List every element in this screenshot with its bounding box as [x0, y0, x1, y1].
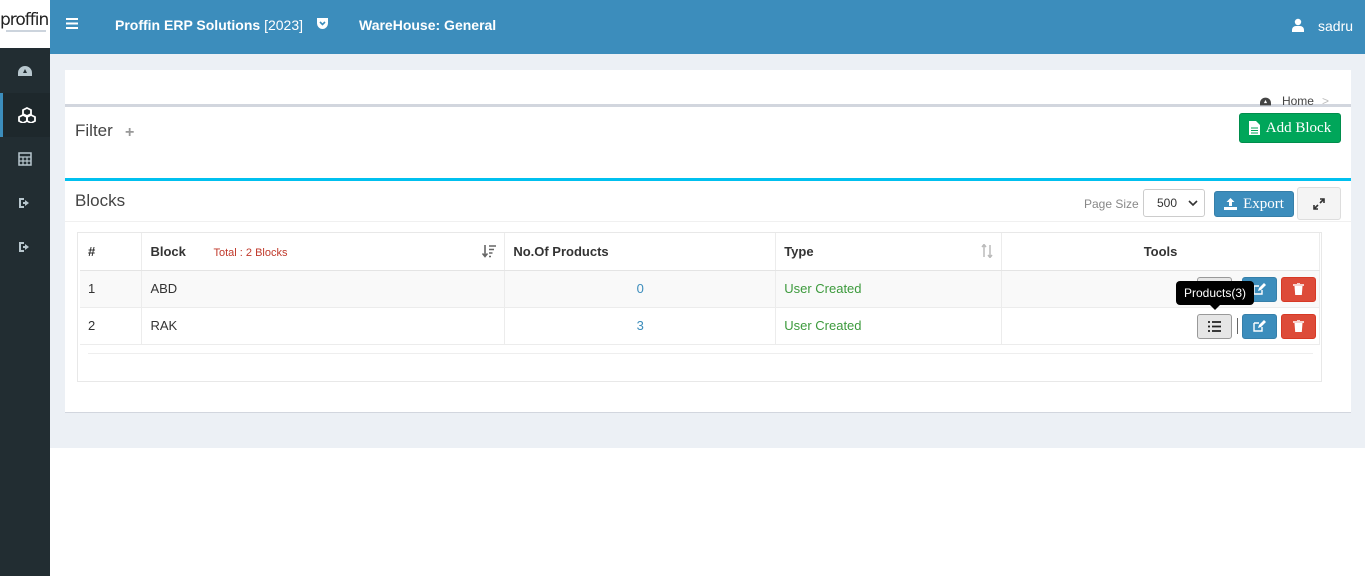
delete-button[interactable] [1281, 313, 1317, 339]
sort-desc-icon [482, 245, 497, 258]
table-row: 1 ABD 0 User Created [80, 270, 1320, 308]
fullscreen-button[interactable] [1297, 187, 1341, 220]
dashboard-icon [18, 66, 32, 76]
page-size-value: 500 [1157, 196, 1178, 210]
table-footer-divider [88, 353, 1313, 354]
divider [65, 104, 1351, 107]
row-index: 2 [80, 307, 143, 345]
filter-title[interactable]: Filter [75, 121, 113, 141]
export-label: Export [1243, 195, 1284, 212]
edit-button[interactable] [1242, 313, 1278, 339]
column-header-type[interactable]: Type [775, 233, 1003, 271]
row-type: User Created [775, 307, 1003, 345]
logo-text: proffin [0, 10, 49, 30]
blocks-header-accent [65, 178, 1351, 181]
total-count-label: Total : 2 Blocks [213, 246, 288, 259]
sign-out-icon [19, 198, 29, 208]
blocks-table: # Block Total : 2 Blocks No.Of Products … [80, 233, 1320, 345]
blocks-title: Blocks [75, 191, 126, 210]
app-title-name: Proffin ERP Solutions [115, 17, 261, 33]
products-list-button[interactable] [1197, 313, 1233, 339]
sign-out-icon [19, 242, 29, 252]
expand-icon [1313, 197, 1325, 210]
column-header-block-label: Block [150, 243, 186, 259]
table-row: 2 RAK 3 User Created [80, 307, 1320, 345]
trash-icon [1293, 283, 1305, 295]
row-index: 1 [80, 270, 143, 308]
breadcrumb: Home > [1259, 94, 1329, 108]
chevron-down-icon [1188, 200, 1198, 207]
content-area: Home > Filter + Add Block Blocks Page Si… [50, 54, 1365, 448]
plus-icon[interactable]: + [125, 124, 134, 142]
logo[interactable]: proffin [0, 0, 50, 48]
row-products-count[interactable]: 3 [504, 307, 777, 345]
sort-icon [981, 244, 993, 258]
calculator-icon [18, 152, 32, 166]
warehouse-label[interactable]: WareHouse: General [359, 17, 496, 33]
app-title: Proffin ERP Solutions [2023] [115, 17, 303, 33]
sidebar: proffin [0, 0, 50, 576]
cubes-icon [17, 107, 36, 123]
sidebar-item-signout-1[interactable] [0, 181, 50, 225]
add-block-button[interactable]: Add Block [1239, 113, 1341, 143]
page-size-label: Page Size [1084, 197, 1139, 211]
column-header-block[interactable]: Block Total : 2 Blocks [141, 233, 506, 271]
edit-icon [1253, 283, 1267, 295]
breadcrumb-home-link[interactable]: Home [1282, 94, 1314, 108]
edit-icon [1253, 320, 1267, 332]
add-block-label: Add Block [1265, 119, 1332, 136]
column-header-tools: Tools [1001, 233, 1320, 271]
upload-icon [1224, 198, 1238, 210]
main-panel: Home > Filter + Add Block Blocks Page Si… [65, 70, 1351, 413]
user-icon [1292, 18, 1304, 32]
column-header-type-label: Type [784, 243, 814, 259]
shield-icon[interactable] [316, 17, 329, 30]
list-icon [1208, 320, 1222, 332]
row-tools [1001, 307, 1320, 345]
page-size-select[interactable]: 500 [1143, 189, 1205, 217]
blocks-table-container: # Block Total : 2 Blocks No.Of Products … [77, 232, 1322, 382]
logo-tagline-decoration [6, 30, 46, 32]
row-products-count[interactable]: 0 [504, 270, 777, 308]
app-title-year: [2023] [264, 17, 304, 33]
row-block-name: RAK [141, 307, 506, 345]
trash-icon [1293, 320, 1305, 332]
export-button[interactable]: Export [1214, 191, 1294, 217]
row-block-name: ABD [141, 270, 506, 308]
hamburger-icon[interactable] [66, 18, 78, 29]
breadcrumb-separator: > [1321, 94, 1329, 108]
column-header-products: No.Of Products [504, 233, 777, 271]
row-type: User Created [775, 270, 1003, 308]
row-tools [1001, 270, 1320, 308]
top-navbar: Proffin ERP Solutions [2023] WareHouse: … [50, 0, 1365, 54]
sidebar-item-calculator[interactable] [0, 137, 50, 181]
column-header-index: # [80, 233, 143, 271]
products-tooltip: Products(3) [1176, 281, 1254, 310]
divider [65, 221, 1351, 222]
dashboard-icon [1259, 97, 1271, 105]
user-menu[interactable]: sadru [1318, 18, 1353, 34]
delete-button[interactable] [1281, 276, 1317, 302]
separator [1237, 317, 1239, 334]
sidebar-item-dashboard[interactable] [0, 49, 50, 93]
file-icon [1248, 121, 1260, 135]
sidebar-item-signout-2[interactable] [0, 225, 50, 269]
sidebar-item-blocks[interactable] [0, 93, 50, 137]
